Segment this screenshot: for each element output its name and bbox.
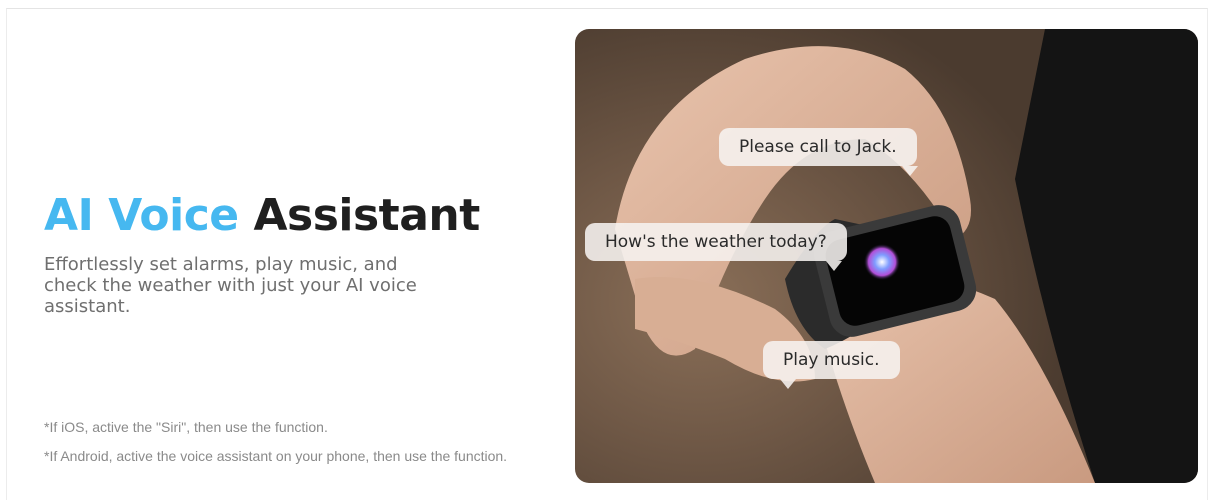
bubble-tail <box>826 261 842 271</box>
title-accent: AI Voice <box>44 190 239 241</box>
speech-bubble-music: Play music. <box>763 341 900 379</box>
speech-bubble-call: Please call to Jack. <box>719 128 917 166</box>
title-rest: Assistant <box>253 190 480 241</box>
bubble-tail <box>780 379 796 389</box>
page-title: AI Voice Assistant <box>44 190 480 241</box>
bubble-tail <box>902 166 918 176</box>
speech-bubble-weather: How's the weather today? <box>585 223 847 261</box>
android-note: *If Android, active the voice assistant … <box>44 448 508 464</box>
ios-note: *If iOS, active the "Siri", then use the… <box>44 419 328 435</box>
feature-description: Effortlessly set alarms, play music, and… <box>44 254 417 317</box>
